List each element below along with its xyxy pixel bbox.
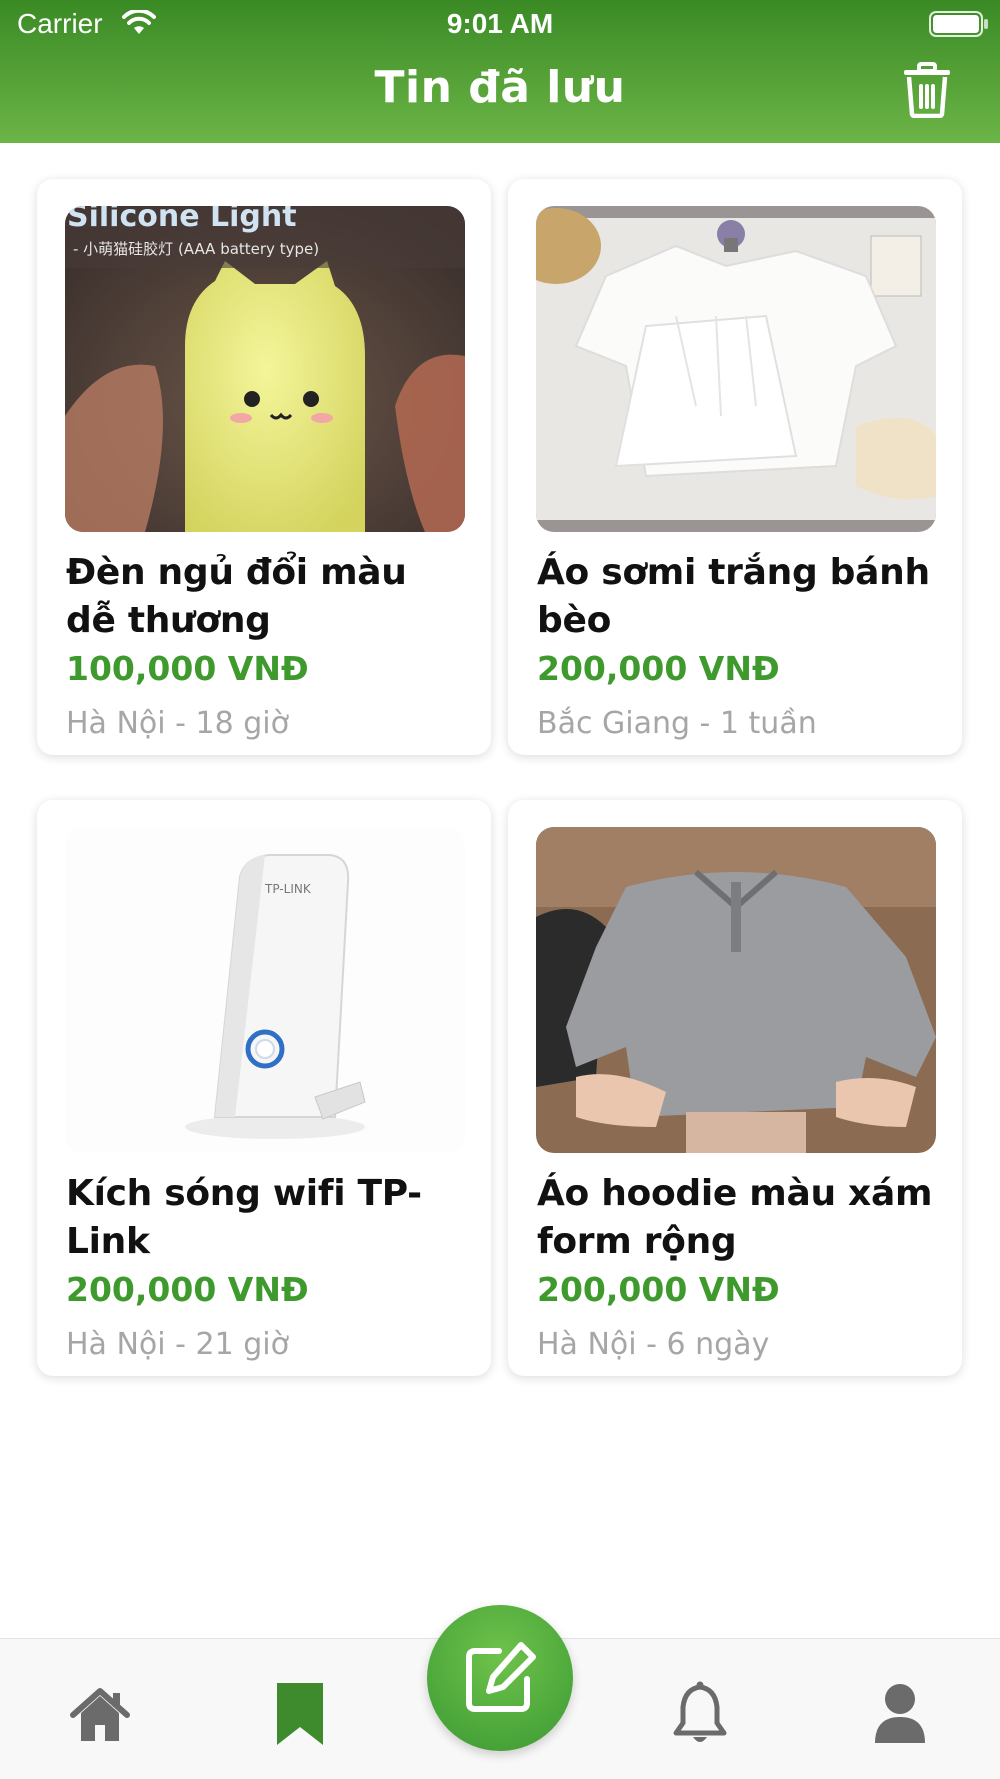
product-image	[536, 206, 936, 532]
saved-item-card[interactable]: Áo sơmi trắng bánh bèo 200,000 VNĐ Bắc G…	[508, 179, 962, 755]
clock: 9:01 AM	[446, 8, 554, 39]
bookmark-icon	[277, 1683, 323, 1745]
user-icon	[875, 1684, 925, 1743]
edit-icon	[466, 1642, 536, 1712]
saved-item-card[interactable]: TP-LINK Kích sóng wifi TP-Link 200,000 V…	[37, 800, 491, 1376]
item-price: 200,000 VNĐ	[66, 1270, 309, 1309]
create-post-button[interactable]	[427, 1605, 573, 1751]
header: Carrier 9:01 AM Tin đã lưu	[0, 0, 1000, 143]
saved-item-card[interactable]: Silicone Light - 小萌猫硅胶灯 (AAA battery typ…	[37, 179, 491, 755]
saved-item-card[interactable]: Áo hoodie màu xám form rộng 200,000 VNĐ …	[508, 800, 962, 1376]
product-image: Silicone Light - 小萌猫硅胶灯 (AAA battery typ…	[65, 206, 465, 532]
product-image: TP-LINK	[65, 827, 465, 1153]
image-caption: Silicone Light	[67, 206, 297, 234]
image-caption: TP-LINK	[264, 882, 312, 896]
item-location-time: Hà Nội - 18 giờ	[66, 706, 289, 741]
item-location-time: Hà Nội - 6 ngày	[537, 1327, 770, 1362]
battery-icon	[929, 11, 989, 41]
home-icon	[70, 1688, 130, 1741]
item-title: Áo sơmi trắng bánh bèo	[537, 552, 930, 641]
item-location-time: Hà Nội - 21 giờ	[66, 1327, 289, 1362]
bell-icon	[673, 1681, 727, 1742]
trash-icon[interactable]	[900, 62, 954, 119]
item-price: 200,000 VNĐ	[537, 649, 780, 688]
status-bar: Carrier 9:01 AM	[0, 0, 1000, 52]
tab-saved[interactable]	[265, 1679, 335, 1749]
product-image	[536, 827, 936, 1153]
item-title: Kích sóng wifi TP-Link	[66, 1173, 422, 1262]
item-title: Áo hoodie màu xám form rộng	[537, 1173, 933, 1262]
item-price: 100,000 VNĐ	[66, 649, 309, 688]
image-subcaption: - 小萌猫硅胶灯 (AAA battery type)	[73, 240, 319, 258]
tab-profile[interactable]	[865, 1679, 935, 1749]
tab-home[interactable]	[65, 1679, 135, 1749]
item-title: Đèn ngủ đổi màu dễ thương	[66, 552, 407, 641]
page-title: Tin đã lưu	[374, 62, 626, 113]
tab-notifications[interactable]	[665, 1679, 735, 1749]
item-location-time: Bắc Giang - 1 tuần	[537, 706, 817, 741]
item-price: 200,000 VNĐ	[537, 1270, 780, 1309]
